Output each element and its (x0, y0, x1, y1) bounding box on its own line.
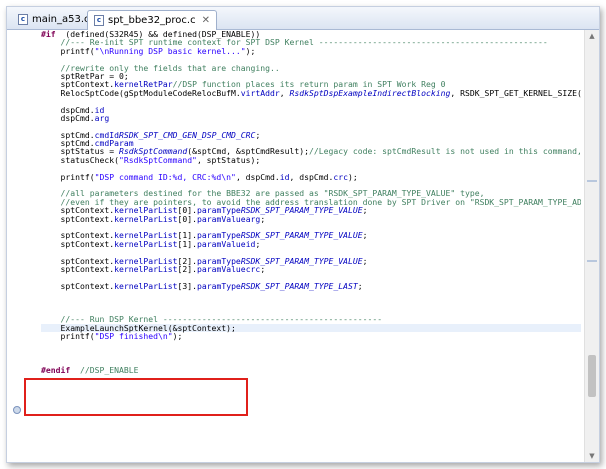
field-token: id (245, 238, 256, 249)
tab-label: main_a53.c (32, 14, 90, 25)
tab-main-a53[interactable]: c main_a53.c (11, 10, 97, 28)
code-line[interactable]: statusCheck("RsdkSptCommand", sptStatus)… (41, 156, 581, 164)
code-token: printf( (41, 45, 95, 56)
editor-tab-bar: c main_a53.c c spt_bbe32_proc.c ✕ (7, 7, 599, 30)
code-token: ); (172, 331, 183, 342)
tab-label: spt_bbe32_proc.c (108, 15, 196, 26)
code-token: ; (362, 230, 368, 241)
field-token: arg (245, 213, 261, 224)
code-token: [0]. (177, 213, 197, 224)
overview-mark (587, 260, 597, 262)
code-token: sptContext. (41, 213, 115, 224)
scroll-up-icon[interactable]: ▲ (585, 30, 599, 42)
close-icon[interactable]: ✕ (202, 15, 210, 26)
vertical-scrollbar[interactable]: ▲ ▼ (584, 30, 599, 462)
code-token: , sptStatus); (196, 154, 261, 165)
constant-token: RSDK_SPT_CMD_GEN_DSP_CMD_CRC (118, 129, 256, 140)
code-line[interactable]: printf("DSP command ID:%d, CRC:%d\n", ds… (41, 171, 581, 182)
code-token: sptContext. (41, 263, 115, 274)
string-token: "DSP finished\n" (94, 331, 173, 342)
code-line[interactable]: sptContext.kernelParList[3].paramTypeRSD… (41, 282, 581, 290)
overview-mark (587, 180, 597, 182)
comment-token: //DSP_ENABLE (80, 364, 139, 375)
field-token: kernelParList (114, 263, 178, 274)
code-line[interactable]: sptContext.kernelParList[2].paramValuecr… (41, 265, 581, 273)
code-line[interactable]: dspCmd.arg (41, 114, 581, 122)
field-token: paramValue (196, 238, 246, 249)
scroll-down-icon[interactable]: ▼ (585, 450, 599, 462)
code-line[interactable] (41, 290, 581, 298)
code-token: dspCmd. (41, 112, 95, 123)
string-token: "\nRunning DSP basic kernel..." (94, 45, 246, 56)
code-line[interactable] (41, 340, 581, 348)
code-token: statusCheck( (41, 154, 119, 165)
code-token: ; (255, 238, 261, 249)
c-file-icon: c (94, 15, 104, 26)
code-line[interactable] (41, 299, 581, 307)
string-token: "DSP command ID:%d, CRC:%d\n" (94, 171, 236, 182)
field-token: paramValue (196, 263, 246, 274)
code-line[interactable] (41, 97, 581, 105)
c-file-icon: c (18, 14, 28, 25)
comment-token: //Legacy code: sptCmdResult is not used … (309, 146, 581, 157)
code-token: ; (357, 280, 363, 291)
code-token: , (279, 87, 290, 98)
editor-window: c main_a53.c c spt_bbe32_proc.c ✕ #if (d… (6, 6, 600, 463)
code-line[interactable]: #endif //DSP_ENABLE (41, 364, 581, 375)
code-line[interactable]: printf("\nRunning DSP basic kernel..."); (41, 47, 581, 55)
code-token: ; (255, 129, 261, 140)
code-line[interactable]: dspCmd.id (41, 105, 581, 114)
code-line[interactable]: sptContext.kernelParList[1].paramValueid… (41, 240, 581, 248)
field-token: paramValue (196, 213, 246, 224)
field-token: crc (245, 263, 261, 274)
field-token: kernelParList (114, 213, 178, 224)
code-token: [3]. (177, 280, 197, 291)
code-token: ; (362, 255, 368, 266)
scroll-thumb[interactable] (588, 355, 596, 397)
code-line[interactable]: RelocSptCode(gSptModuleCodeRelocBufM.vir… (41, 89, 581, 97)
field-token: kernelParList (114, 280, 178, 291)
code-token: , dspCmd. (289, 171, 334, 182)
code-token: ; (260, 213, 266, 224)
annotation-highlight-box (24, 378, 248, 416)
code-token: , RSDK_SPT_GET_KERNEL_SIZE(Rs (450, 87, 581, 98)
code-token: printf( (41, 171, 95, 182)
code-line[interactable]: printf("DSP finished\n"); (41, 332, 581, 340)
code-token: printf( (41, 331, 95, 342)
code-line[interactable]: sptContext.kernelParList[0].paramValuear… (41, 213, 581, 224)
keyword-token: #endif (41, 364, 71, 375)
code-token: [1]. (177, 238, 197, 249)
field-token: crc (333, 171, 349, 182)
code-token: ); (348, 171, 358, 182)
constant-token: RsdkSptDspExampleIndirectBlocking (289, 87, 451, 98)
code-token: sptContext. (41, 280, 115, 291)
code-line[interactable] (41, 349, 581, 357)
code-token: ); (245, 45, 256, 56)
string-token: "RsdkSptCommand" (118, 154, 197, 165)
field-token: paramType (196, 280, 241, 291)
code-token: RelocSptCode(gSptModuleCodeRelocBufM. (41, 87, 241, 98)
code-token: ; (362, 205, 368, 216)
tab-spt-bbe32-proc[interactable]: c spt_bbe32_proc.c ✕ (87, 10, 217, 30)
constant-token: RSDK_SPT_PARAM_TYPE_LAST (240, 280, 358, 291)
field-token: id (279, 171, 290, 182)
code-token: [2]. (177, 263, 197, 274)
code-token: ; (260, 263, 266, 274)
code-token: sptContext. (41, 238, 115, 249)
field-token: kernelParList (114, 238, 178, 249)
field-token: arg (94, 112, 110, 123)
field-token: virtAddr (240, 87, 280, 98)
current-line-marker-icon (13, 406, 21, 414)
code-token: , dspCmd. (235, 171, 280, 182)
